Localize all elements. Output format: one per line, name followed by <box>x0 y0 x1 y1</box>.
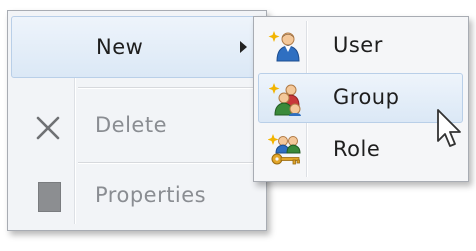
submenu-arrow-icon <box>240 41 247 53</box>
new-role-icon <box>268 134 301 165</box>
menu-item-delete-label: Delete <box>95 113 167 137</box>
properties-icon <box>38 182 61 212</box>
submenu-item-group[interactable]: Group <box>258 73 463 123</box>
new-submenu: User Group Role <box>253 16 469 182</box>
menu-item-properties[interactable]: Properties <box>11 163 261 229</box>
menu-item-new[interactable]: New <box>11 16 261 78</box>
submenu-item-user-label: User <box>333 33 383 57</box>
submenu-item-group-label: Group <box>333 85 400 109</box>
new-user-icon <box>268 31 300 62</box>
new-group-icon <box>269 83 301 116</box>
delete-x-icon <box>36 116 60 140</box>
context-menu: New Delete Properties <box>7 10 267 231</box>
mouse-pointer-icon <box>437 109 461 147</box>
submenu-item-role[interactable]: Role <box>258 125 463 175</box>
menu-separator <box>78 87 258 89</box>
submenu-item-user[interactable]: User <box>258 21 463 71</box>
screenshot-canvas: New Delete Properties User Group Role <box>0 0 476 251</box>
submenu-item-role-label: Role <box>333 137 381 161</box>
menu-item-delete[interactable]: Delete <box>11 93 261 159</box>
menu-item-properties-label: Properties <box>95 183 207 207</box>
menu-item-new-label: New <box>96 35 144 59</box>
